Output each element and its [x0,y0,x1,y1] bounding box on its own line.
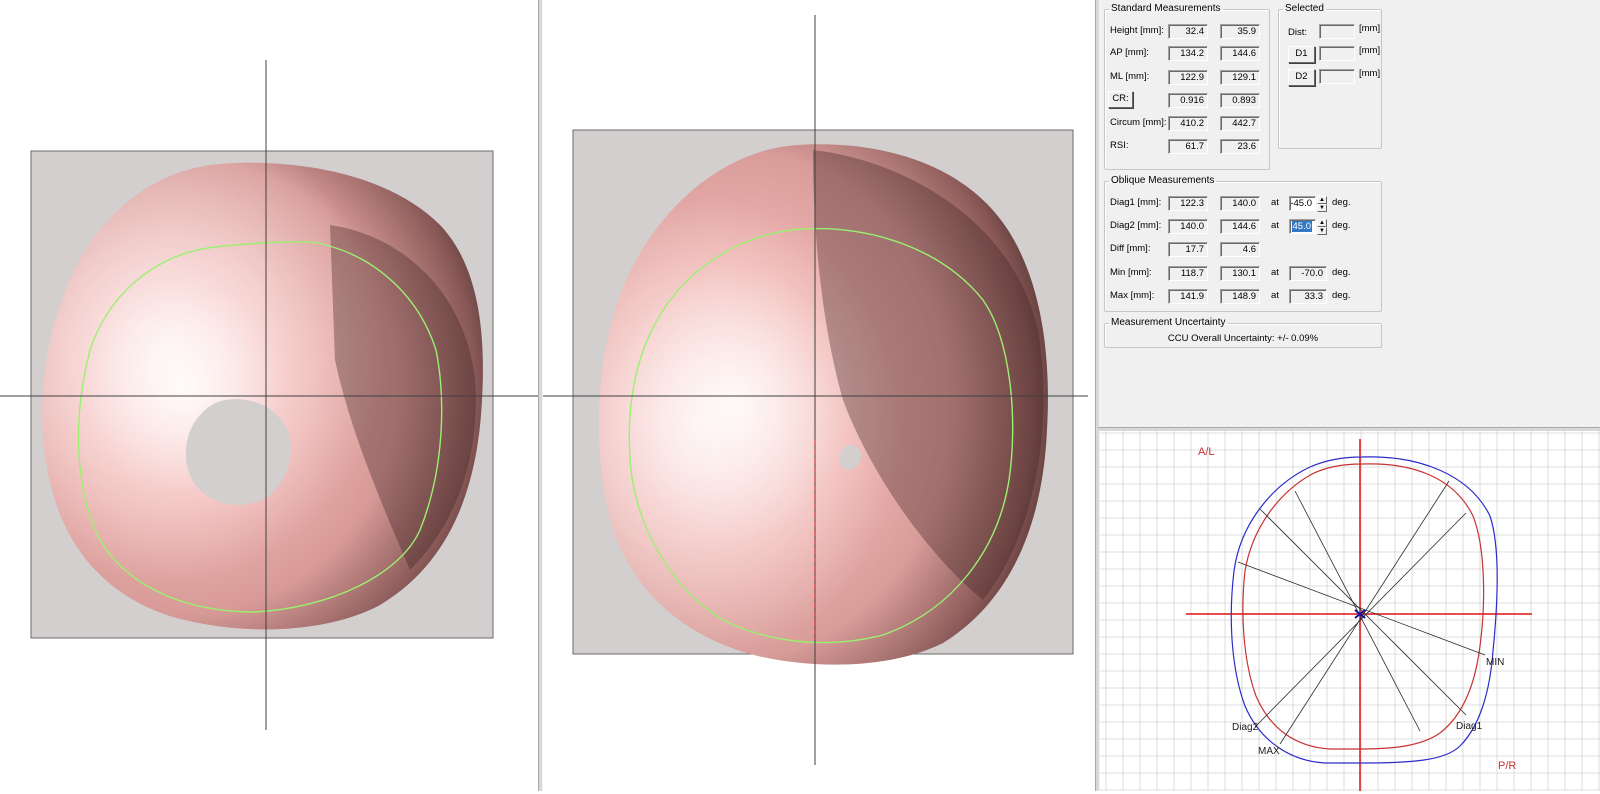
oblique-angle-value: -45.0 [1290,198,1312,209]
min-label: MIN [1486,657,1504,668]
plot-grid [1100,431,1600,791]
oblique-deg-label: deg. [1332,220,1351,231]
angle-spinner[interactable]: ▲ ▼ [1317,219,1327,235]
standard-value-2: 0.893 [1220,93,1260,108]
angle-spinner[interactable]: ▲ ▼ [1317,196,1327,212]
right-viewport-canvas [543,15,1088,765]
oblique-angle-input[interactable]: -45.0 [1289,196,1316,211]
inner-contour [1242,463,1485,750]
spin-down-arrow-icon[interactable]: ▼ [1317,227,1327,235]
oblique-value-2: 144.6 [1220,219,1260,234]
oblique-deg-label: deg. [1332,197,1351,208]
diag2-label: Diag2 [1232,722,1259,733]
oblique-label: Diag1 [mm]: [1110,197,1162,208]
right-3d-viewport[interactable] [543,0,1095,791]
oblique-at-label: at [1271,267,1279,278]
standard-value-2: 442.7 [1220,116,1260,131]
d1-button[interactable]: D1 [1288,46,1315,63]
uncertainty-text: CCU Overall Uncertainty: +/- 0.09% [1167,333,1319,344]
dist-label: Dist: [1288,27,1307,38]
standard-value-2: 23.6 [1220,139,1260,154]
oblique-label: Max [mm]: [1110,290,1155,301]
cross-section-plot[interactable]: A/L P/R MIN MAX Diag1 Diag2 [1100,431,1600,791]
standard-value-1: 32.4 [1168,24,1208,39]
cross-section-canvas: A/L P/R MIN MAX Diag1 Diag2 [1100,431,1600,791]
oblique-value-2: 4.6 [1220,242,1260,257]
oblique-label: Min [mm]: [1110,267,1152,278]
measurement-panel: Standard Measurements Height [mm]: 32.4 35… [1100,0,1600,428]
d2-unit: [mm] [1359,68,1381,79]
oblique-angle-input[interactable]: 45.0 [1289,219,1316,234]
standard-value-1: 61.7 [1168,139,1208,154]
left-viewport-canvas [0,60,538,730]
spin-up-arrow-icon[interactable]: ▲ [1317,196,1327,204]
standard-value-2: 129.1 [1220,70,1260,85]
d2-field[interactable] [1319,69,1355,84]
oblique-value-2: 148.9 [1220,289,1260,304]
oblique-at-label: at [1271,220,1279,231]
oblique-angle-value: 45.0 [1291,221,1312,232]
d1-field[interactable] [1319,46,1355,61]
measurement-uncertainty-title: Measurement Uncertainty [1111,317,1226,328]
standard-label: Height [mm]: [1110,25,1164,36]
max-label: MAX [1258,746,1280,757]
standard-label: AP [mm]: [1110,47,1149,58]
oblique-deg-label: deg. [1332,290,1351,301]
dist-unit: [mm] [1359,23,1381,34]
oblique-angle-value: -70.0 [1289,266,1327,281]
diag1-label: Diag1 [1456,721,1483,732]
oblique-value-1: 122.3 [1168,196,1208,211]
dist-field[interactable] [1319,24,1355,39]
oblique-value-1: 141.9 [1168,289,1208,304]
spin-up-arrow-icon[interactable]: ▲ [1317,219,1327,227]
spin-down-arrow-icon[interactable]: ▼ [1317,204,1327,212]
left-3d-viewport[interactable] [0,0,538,791]
standard-label: ML [mm]: [1110,71,1150,82]
standard-value-1: 134.2 [1168,46,1208,61]
oblique-value-2: 140.0 [1220,196,1260,211]
oblique-deg-label: deg. [1332,267,1351,278]
oblique-value-1: 118.7 [1168,266,1208,281]
al-label: A/L [1198,446,1215,458]
pr-label: P/R [1498,760,1516,772]
oblique-at-label: at [1271,197,1279,208]
standard-value-1: 0.916 [1168,93,1208,108]
standard-value-2: 144.6 [1220,46,1260,61]
oblique-label: Diff [mm]: [1110,243,1151,254]
selected-title: Selected [1285,3,1324,14]
d2-button[interactable]: D2 [1288,69,1315,86]
min-line [1237,561,1486,656]
oblique-label: Diag2 [mm]: [1110,220,1162,231]
oblique-value-1: 140.0 [1168,219,1208,234]
standard-measurements-title: Standard Measurements [1111,3,1221,14]
oblique-value-2: 130.1 [1220,266,1260,281]
standard-value-1: 410.2 [1168,116,1208,131]
left-shell-hole [185,399,291,505]
standard-value-2: 35.9 [1220,24,1260,39]
standard-value-1: 122.9 [1168,70,1208,85]
oblique-angle-value: 33.3 [1289,289,1327,304]
cr-button[interactable]: CR: [1108,91,1133,108]
oblique-measurements-title: Oblique Measurements [1111,175,1215,186]
max-line [1279,480,1450,745]
oblique-value-1: 17.7 [1168,242,1208,257]
oblique-at-label: at [1271,290,1279,301]
standard-label: RSI: [1110,140,1129,151]
standard-label: Circum [mm]: [1110,117,1167,128]
d1-unit: [mm] [1359,45,1381,56]
